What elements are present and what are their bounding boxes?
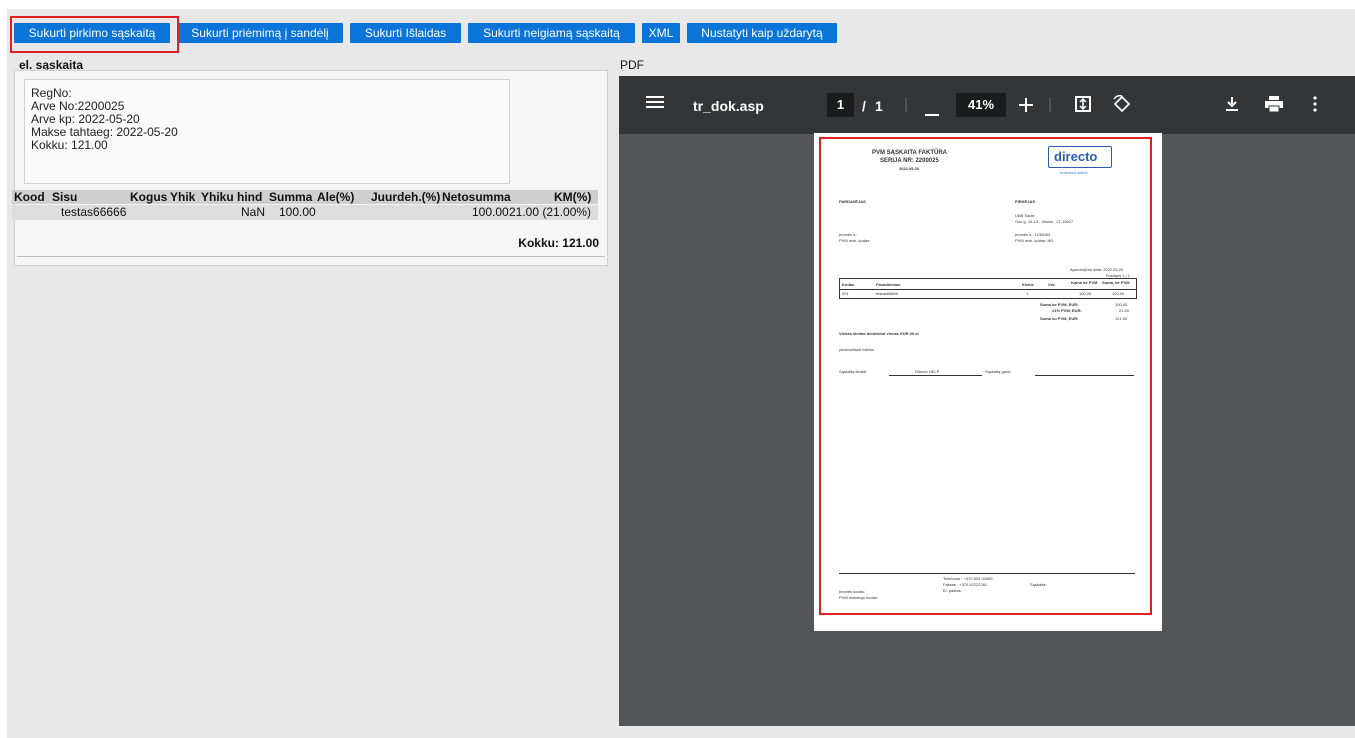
col-yhiku-hind: Yhiku hind [201,190,263,204]
buyer-name: UAB Saule [1015,213,1035,218]
zoom-in-icon[interactable] [1019,96,1033,116]
create-negative-invoice-button[interactable]: Sukurti neigiamą sąskaitą [468,23,635,43]
footer-fax: Faksas : +370 52222261 [943,582,988,587]
col-km: KM(%) [554,190,592,204]
xml-button[interactable]: XML [642,23,680,43]
payment-date: Apmokėjimo data: 2022.05.20 [1070,267,1124,272]
doc-title: PVM SĄSKAITA FAKTŪRA [872,150,947,156]
pdf-title: PDF [620,58,644,72]
sum-label-vat: 21% PVM, EUR: [1052,308,1082,313]
td-kodas: 001 [842,291,849,296]
create-warehouse-receipt-button[interactable]: Sukurti priėmimą į sandėlį [177,23,343,43]
col-kood: Kood [14,190,45,204]
th-kaina: Kaina be PVM [1071,280,1098,285]
seller-code: Įmonės k.: [839,232,858,237]
row-km: 21.00 (21.00%) [509,205,592,219]
th-pavadinimas: Pavadinimas [876,282,901,287]
logo-subtitle: business online [1060,170,1088,175]
issued-by: Directo HELP [915,369,940,374]
buyer-label: PIRKĖJAS [1015,199,1036,204]
col-kogus: Kogus [130,190,168,204]
sum-value-total: 121.00 [1115,316,1128,321]
sum-value-net: 100.00 [1115,302,1128,307]
toolbar-divider: | [1048,96,1053,113]
td-kiekis: 1 [1026,291,1029,296]
row-netosumma: 100.00 [472,205,509,219]
total-pages: 1 [875,98,883,114]
print-icon[interactable] [1265,96,1283,116]
menu-icon[interactable] [646,94,664,114]
th-kiekis: Kiekis [1022,282,1034,287]
td-kaina: 100.00 [1079,291,1092,296]
page-number-input[interactable]: 1 [827,93,854,117]
divider [17,256,605,257]
einvoice-header-box: RegNo: Arve No:2200025 Arve kp: 2022-05-… [24,79,510,184]
zoom-out-icon[interactable] [925,102,939,122]
buyer-address: Ozo g. 16-13 , Vilnius , LT-10607 [1015,219,1074,224]
create-expenses-button[interactable]: Sukurti Išlaidas [350,23,461,43]
th-suma: Suma, be PVM [1102,280,1130,285]
th-vnt: Vnt. [1048,282,1056,287]
seller-vat: PVM mok. kodas: [839,238,871,243]
sum-value-vat: 21.00 [1119,308,1130,313]
issued-label: Sąskaitą išrašė: [839,369,868,374]
buyer-vat: PVM mok. kodas: ND [1015,238,1054,243]
amount-in-words: Vienas šimtas dvidešimt vienas EUR 00 ct [839,331,919,336]
received-label: Sąskaitą gavo: [985,369,1012,374]
download-icon[interactable] [1225,96,1239,116]
einvoice-total: Kokku: 121.00 [518,236,599,250]
seller-label: PARDAVĖJAS [839,199,866,204]
footer-email: El. paštas: [943,588,962,593]
td-pavadinimas: testas66666 [876,291,898,296]
col-sisu: Sisu [52,190,78,204]
toolbar-divider: | [904,96,909,113]
footer-phone: Telefonas : +370 603 00050 [943,576,993,581]
total-line: Kokku: 121.00 [31,138,108,152]
more-icon[interactable] [1313,96,1317,116]
set-closed-button[interactable]: Nustatyti kaip uždarytą [687,23,837,43]
buyer-code: Įmonės k.: 1236083 [1015,232,1051,237]
td-suma: 100.00 [1112,291,1125,296]
footer-vat-code: PVM mokėtojo kodas: [839,595,878,600]
pdf-toolbar: tr_dok.asp 1 / 1 | 41% | [619,76,1355,134]
table-row: testas66666 NaN 100.00 100.00 21.00 (21.… [12,205,598,220]
row-sisu: testas66666 [61,205,127,219]
col-yhik: Yhik [170,190,196,204]
directo-logo: directo [1048,146,1112,168]
zoom-level-input[interactable]: 41% [956,93,1006,117]
sum-label-net: Suma be PVM, EUR: [1040,302,1079,307]
doc-note: pensiozūsuti kainos [839,347,874,352]
rotate-icon[interactable] [1113,94,1131,117]
page-separator: / [862,98,866,114]
pdf-file-name: tr_dok.asp [693,98,764,114]
pdf-page: PVM SĄSKAITA FAKTŪRA SERIJA NR: 2200025 … [814,133,1162,631]
col-juurdeh: Juurdeh.(%) [371,190,441,204]
invoice-table: Kodas Pavadinimas Kiekis Vnt. Kaina be P… [839,278,1137,299]
footer-account: Sąskaita: [1030,582,1047,587]
einvoice-table-header: Kood Sisu Kogus Yhik Yhiku hind Summa Al… [12,190,598,204]
fit-page-icon[interactable] [1075,96,1091,116]
create-purchase-invoice-button[interactable]: Sukurti pirkimo sąskaitą [14,23,170,43]
row-summa: 100.00 [279,205,316,219]
row-yhiku-hind: NaN [241,205,266,219]
col-netosumma: Netosumma [442,190,511,204]
doc-date: 2022.05.20 [899,166,920,171]
footer-company-code: Įmonės kodas: [839,589,866,594]
sum-label-total: Suma su PVM, EUR: [1040,316,1079,321]
col-ale: Ale(%) [317,190,355,204]
th-kodas: Kodas [842,282,855,287]
col-summa: Summa [269,190,313,204]
doc-series: SERIJA NR: 2200025 [880,158,939,164]
